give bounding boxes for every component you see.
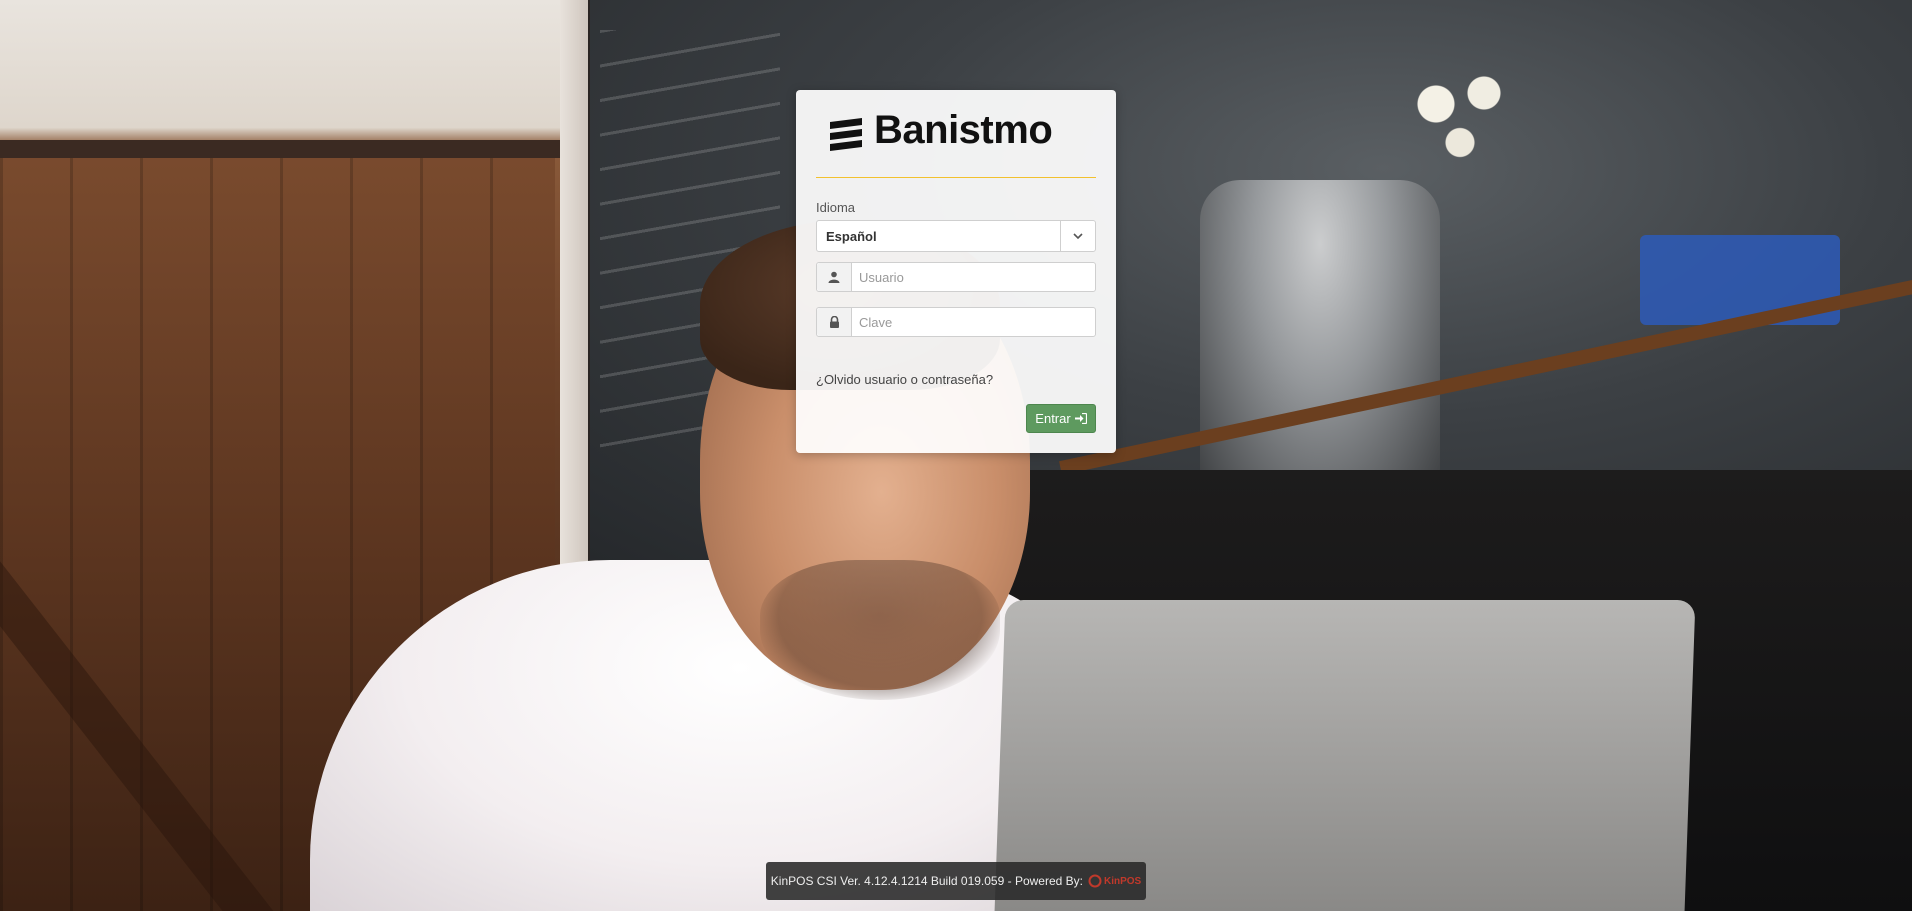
forgot-credentials-link[interactable]: ¿Olvido usuario o contraseña? [816, 372, 993, 387]
version-footer: KinPOS CSI Ver. 4.12.4.1214 Build 019.05… [766, 862, 1146, 900]
lock-icon [817, 308, 852, 336]
sign-in-icon [1074, 413, 1087, 424]
user-icon [817, 263, 852, 291]
password-field[interactable] [816, 307, 1096, 337]
kinpos-logo: KinPOS [1088, 874, 1141, 888]
language-label: Idioma [816, 200, 856, 215]
password-input[interactable] [853, 308, 1093, 336]
submit-button[interactable]: Entrar [1026, 404, 1096, 433]
brand-name: Banistmo [874, 108, 1053, 152]
brand-logo: Banistmo [796, 90, 1116, 178]
kinpos-logo-icon [1088, 874, 1102, 888]
language-select[interactable]: Español [816, 220, 1096, 252]
divider [816, 177, 1096, 178]
kinpos-logo-text: KinPOS [1103, 875, 1142, 887]
username-input[interactable] [853, 263, 1093, 291]
login-card: Banistmo Idioma Español ¿Olvido usuario … [796, 90, 1116, 453]
banistmo-logo-icon [830, 118, 862, 151]
submit-label: Entrar [1035, 411, 1071, 426]
language-value: Español [826, 229, 877, 244]
username-field[interactable] [816, 262, 1096, 292]
version-text: KinPOS CSI Ver. 4.12.4.1214 Build 019.05… [770, 874, 1083, 888]
chevron-down-icon[interactable] [1060, 221, 1095, 251]
